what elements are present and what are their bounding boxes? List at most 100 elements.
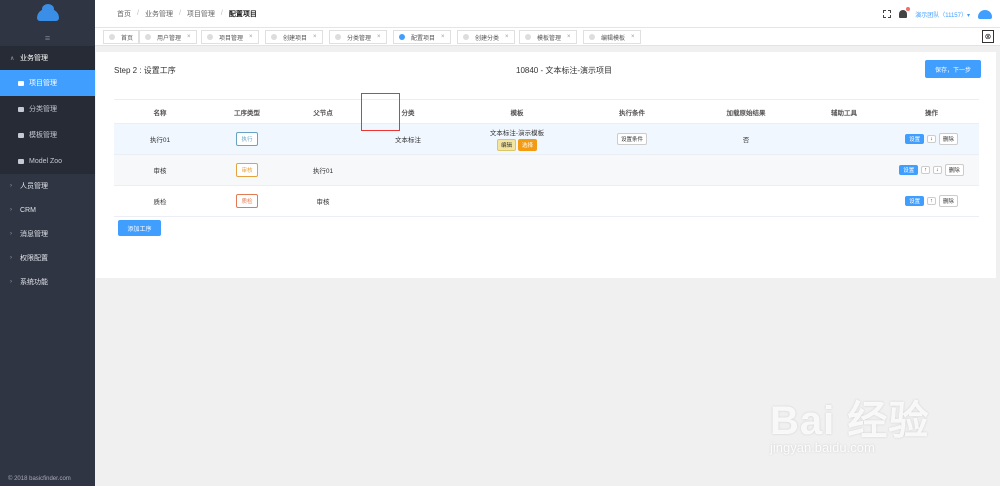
breadcrumb-business[interactable]: 业务管理 <box>145 9 173 19</box>
tab-dot-icon <box>145 34 151 40</box>
sidebar-item-model-zoo[interactable]: Model Zoo <box>0 148 95 174</box>
nav-group-label: 人员管理 <box>20 183 48 190</box>
hamburger-icon[interactable]: ≡ <box>0 30 95 46</box>
close-icon[interactable]: × <box>313 34 317 40</box>
close-icon[interactable]: × <box>567 34 571 40</box>
process-config-card: Step 2 : 设置工序 10840 - 文本标注-演示项目 保存，下一步 名… <box>96 52 996 278</box>
breadcrumb-separator: / <box>178 10 181 17</box>
tab-projects[interactable]: 项目管理 × <box>201 30 259 44</box>
close-icon[interactable]: × <box>249 34 253 40</box>
tab-label: 配置项目 <box>411 35 436 42</box>
close-all-tabs-icon[interactable]: ⊗ <box>982 30 994 43</box>
close-icon[interactable]: × <box>377 34 381 40</box>
nav-group-label: 业务管理 <box>20 55 48 62</box>
nav-group-label: 消息管理 <box>20 231 48 238</box>
move-up-button[interactable]: ↑ <box>921 166 930 174</box>
avatar[interactable] <box>978 9 992 19</box>
nav-group-messages[interactable]: › 消息管理 <box>0 222 95 246</box>
breadcrumb-projects[interactable]: 项目管理 <box>187 9 215 19</box>
tab-label: 创建分类 <box>475 35 500 42</box>
settings-button[interactable]: 设置 <box>905 134 925 144</box>
settings-button[interactable]: 设置 <box>899 165 919 175</box>
logo[interactable] <box>0 0 95 30</box>
topbar-actions: 演示团队（11157）▾ <box>883 0 992 28</box>
watermark: Bai 经验 jingyan.baidu.com <box>760 378 970 468</box>
chevron-up-icon: ∧ <box>10 55 15 62</box>
tab-label: 分类管理 <box>347 35 372 42</box>
tab-users[interactable]: 用户管理 × <box>139 30 197 44</box>
tab-label: 项目管理 <box>219 35 244 42</box>
breadcrumb-separator: / <box>220 10 223 17</box>
fullscreen-icon[interactable] <box>883 10 892 18</box>
chevron-right-icon: › <box>10 207 12 213</box>
parent-node: 执行01 <box>312 168 334 175</box>
file-icon <box>18 158 24 164</box>
delete-button[interactable]: 删除 <box>938 133 958 145</box>
nav-group-label: 权限配置 <box>20 255 48 262</box>
tab-create-category[interactable]: 创建分类 × <box>457 30 515 44</box>
nav-group-system[interactable]: › 系统功能 <box>0 270 95 294</box>
move-down-button[interactable]: ↓ <box>927 135 936 143</box>
team-selector[interactable]: 演示团队（11157）▾ <box>915 10 970 19</box>
tab-dot-icon <box>399 34 405 40</box>
nav-group-crm[interactable]: › CRM <box>0 198 95 222</box>
watermark-brand: Bai 经验 <box>770 399 930 443</box>
delete-button[interactable]: 删除 <box>938 195 958 207</box>
process-type-tag: 质检 <box>236 194 258 208</box>
save-next-button[interactable]: 保存，下一步 <box>925 60 981 78</box>
close-icon[interactable]: × <box>187 34 191 40</box>
move-down-button[interactable]: ↓ <box>933 166 942 174</box>
sidebar: ≡ ∧ 业务管理 项目管理 分类管理 模板管理 Model Zoo › 人员管理 ›… <box>0 0 95 486</box>
settings-button[interactable]: 设置 <box>905 196 925 206</box>
nav-group-business[interactable]: ∧ 业务管理 <box>0 46 95 70</box>
table-row: 执行01 执行 文本标注 文本标注-演示模板 编辑 选择 设置条件 否 设置 ↓… <box>114 124 979 155</box>
tab-label: 编辑模板 <box>601 35 626 42</box>
topbar: 首页 / 业务管理 / 项目管理 / 配置项目 演示团队（11157）▾ <box>95 0 1000 28</box>
column-header: 加载原始结果 <box>726 109 766 117</box>
row-actions: 设置 ↓ 删除 <box>884 133 979 145</box>
sidebar-item-label: 项目管理 <box>29 80 57 87</box>
sidebar-item-category-management[interactable]: 分类管理 <box>0 96 95 122</box>
row-actions: 设置 ↑ 删除 <box>884 195 979 207</box>
template-name: 文本标注-演示模板 <box>489 130 545 137</box>
process-name: 执行01 <box>149 137 171 144</box>
bell-icon[interactable] <box>899 7 911 18</box>
breadcrumb-current: 配置项目 <box>228 10 257 18</box>
chevron-right-icon: › <box>10 255 12 261</box>
close-icon[interactable]: × <box>631 34 635 40</box>
close-icon[interactable]: × <box>441 34 445 40</box>
close-icon[interactable]: × <box>505 34 509 40</box>
tab-edit-template[interactable]: 编辑模板 × <box>583 30 641 44</box>
column-header: 辅助工具 <box>831 109 857 117</box>
edit-template-button[interactable]: 编辑 <box>496 139 516 151</box>
column-header: 执行条件 <box>619 109 645 117</box>
column-header: 工序类型 <box>234 109 260 117</box>
step-title: Step 2 : 设置工序 <box>114 66 176 75</box>
tab-categories[interactable]: 分类管理 × <box>329 30 387 44</box>
load-original-value: 否 <box>742 137 750 144</box>
sidebar-item-project-management[interactable]: 项目管理 <box>0 70 95 96</box>
nav-group-permissions[interactable]: › 权限配置 <box>0 246 95 270</box>
nav-group-label: 系统功能 <box>20 279 48 286</box>
nav-group-people[interactable]: › 人员管理 <box>0 174 95 198</box>
tab-home[interactable]: 首页 <box>103 30 140 44</box>
tab-create-project[interactable]: 创建项目 × <box>265 30 323 44</box>
nav-group-label: CRM <box>20 206 36 214</box>
breadcrumb-home[interactable]: 首页 <box>117 9 131 19</box>
delete-button[interactable]: 删除 <box>944 164 964 176</box>
tab-templates[interactable]: 模板管理 × <box>519 30 577 44</box>
tab-configure-project[interactable]: 配置项目 × <box>393 30 451 44</box>
chevron-right-icon: › <box>10 183 12 189</box>
grid-icon <box>18 132 24 138</box>
add-process-button[interactable]: 添加工序 <box>118 220 161 236</box>
parent-node: 审核 <box>316 199 330 206</box>
move-up-button[interactable]: ↑ <box>927 197 936 205</box>
select-template-button[interactable]: 选择 <box>518 139 538 151</box>
notification-dot <box>906 7 911 11</box>
tab-label: 创建项目 <box>283 35 308 42</box>
tab-dot-icon <box>525 34 531 40</box>
sidebar-item-template-management[interactable]: 模板管理 <box>0 122 95 148</box>
column-header: 名称 <box>153 109 167 117</box>
table-header: 名称 工序类型 父节点 分类 模板 执行条件 加载原始结果 辅助工具 操作 <box>114 100 979 124</box>
set-condition-button[interactable]: 设置条件 <box>616 133 647 145</box>
